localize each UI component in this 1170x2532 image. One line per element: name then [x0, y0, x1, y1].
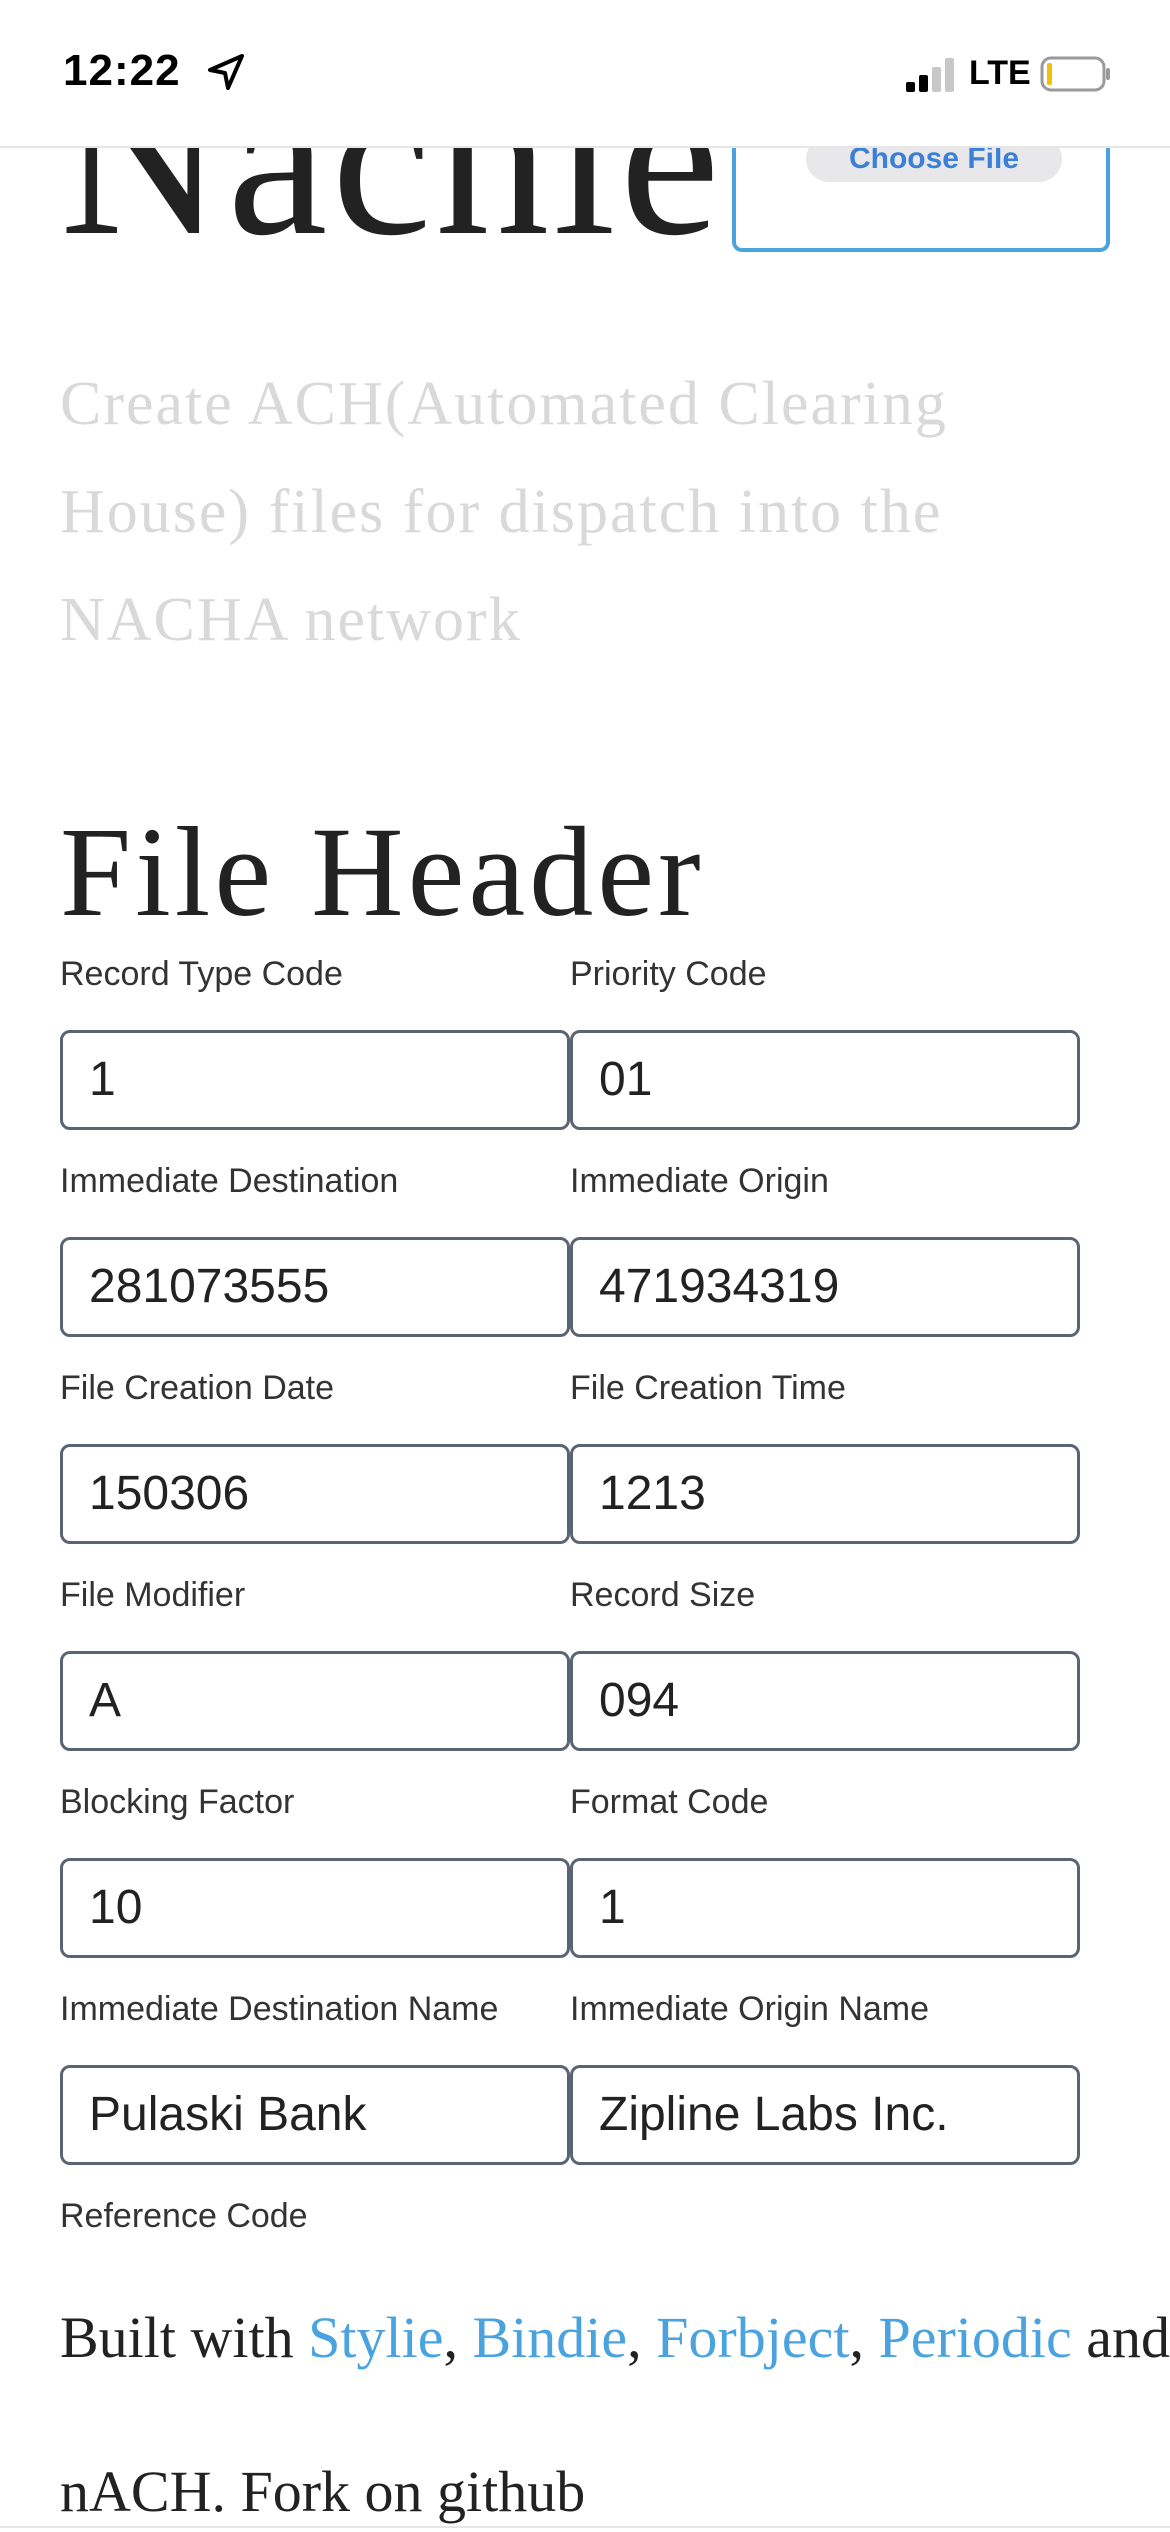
link-nach[interactable]: nACH [60, 2459, 211, 2524]
app-subtitle: Create ACH(Automated Clearing House) fil… [60, 370, 948, 654]
bottom-divider [0, 2526, 1170, 2528]
link-github[interactable]: github [437, 2459, 585, 2524]
label-file-creation-date: File Creation Date [60, 1369, 335, 1407]
blocking-factor-input[interactable]: 10 [60, 1858, 570, 1958]
label-file-modifier: File Modifier [60, 1576, 246, 1614]
label-blocking-factor: Blocking Factor [60, 1783, 295, 1821]
label-immediate-destination-name: Immediate Destination Name [60, 1990, 499, 2028]
label-immediate-destination: Immediate Destination [60, 1162, 399, 1200]
immediate-origin-input[interactable]: 471934319 [570, 1237, 1080, 1337]
label-record-type-code: Record Type Code [60, 955, 343, 993]
label-format-code: Format Code [570, 1783, 769, 1821]
label-file-creation-time: File Creation Time [570, 1369, 846, 1407]
footer-credits-line-2: nACH. Fork on github [60, 2459, 586, 2524]
location-arrow-icon [208, 54, 244, 90]
label-immediate-origin: Immediate Origin [570, 1162, 829, 1200]
immediate-destination-input[interactable]: 281073555 [60, 1237, 570, 1337]
link-forbject[interactable]: Forbject [656, 2305, 849, 2370]
signal-icon [906, 58, 954, 92]
section-title-file-header: File Header [60, 801, 705, 943]
status-bar: 12:22 LTE [0, 0, 1170, 148]
priority-code-input[interactable]: 01 [570, 1030, 1080, 1130]
network-type: LTE [969, 54, 1031, 92]
battery-icon [1040, 56, 1110, 92]
link-periodic[interactable]: Periodic [878, 2305, 1071, 2370]
record-type-code-input[interactable]: 1 [60, 1030, 570, 1130]
label-record-size: Record Size [570, 1576, 756, 1614]
status-time: 12:22 [63, 46, 181, 95]
link-bindie[interactable]: Bindie [473, 2305, 628, 2370]
link-stylie[interactable]: Stylie [308, 2305, 443, 2370]
immediate-origin-name-input[interactable]: Zipline Labs Inc. [570, 2065, 1080, 2165]
file-creation-date-input[interactable]: 150306 [60, 1444, 570, 1544]
file-creation-time-input[interactable]: 1213 [570, 1444, 1080, 1544]
format-code-input[interactable]: 1 [570, 1858, 1080, 1958]
label-reference-code: Reference Code [60, 2197, 308, 2235]
label-immediate-origin-name: Immediate Origin Name [570, 1990, 930, 2028]
record-size-input[interactable]: 094 [570, 1651, 1080, 1751]
immediate-destination-name-input[interactable]: Pulaski Bank [60, 2065, 570, 2165]
file-modifier-input[interactable]: A [60, 1651, 570, 1751]
footer-credits: Built with Stylie, Bindie, Forbject, Per… [60, 2305, 1170, 2370]
label-priority-code: Priority Code [570, 955, 767, 993]
